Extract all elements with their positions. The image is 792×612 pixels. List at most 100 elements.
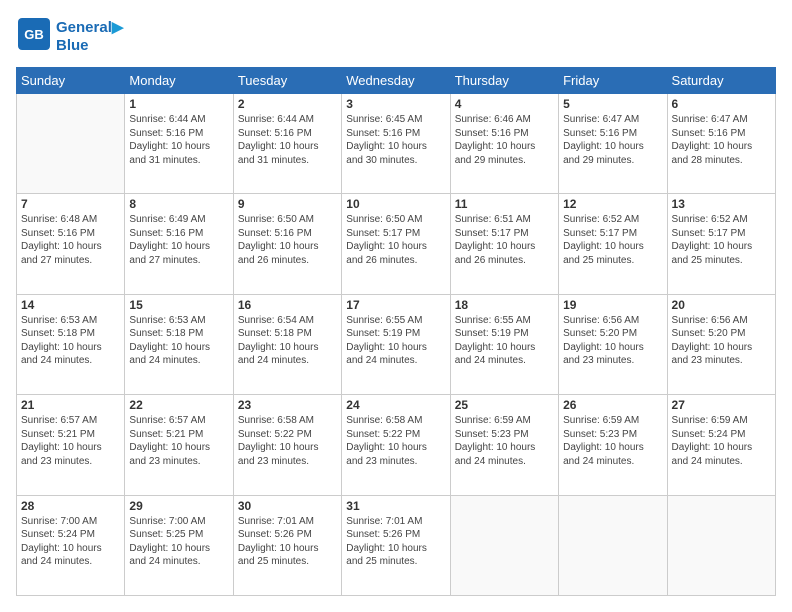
cell-info-line: Sunrise: 7:01 AM: [238, 515, 337, 529]
cell-info-line: and 25 minutes.: [563, 254, 662, 268]
cell-info-line: Sunrise: 6:55 AM: [346, 314, 445, 328]
cell-info-line: and 24 minutes.: [455, 455, 554, 469]
cell-info-line: Sunset: 5:16 PM: [563, 127, 662, 141]
cell-info-line: Sunset: 5:24 PM: [21, 528, 120, 542]
calendar-cell: 4Sunrise: 6:46 AMSunset: 5:16 PMDaylight…: [450, 94, 558, 194]
cell-info-line: Sunrise: 7:00 AM: [21, 515, 120, 529]
cell-info-line: Sunrise: 7:01 AM: [346, 515, 445, 529]
cell-info-line: and 24 minutes.: [672, 455, 771, 469]
logo-icon: GB: [16, 16, 52, 52]
day-number: 7: [21, 197, 120, 211]
cell-info-line: Daylight: 10 hours: [346, 542, 445, 556]
day-number: 24: [346, 398, 445, 412]
cell-info-line: and 24 minutes.: [21, 555, 120, 569]
cell-info-line: and 23 minutes.: [346, 455, 445, 469]
weekday-header-thursday: Thursday: [450, 68, 558, 94]
cell-info-line: Daylight: 10 hours: [563, 240, 662, 254]
cell-info-line: Sunrise: 6:50 AM: [238, 213, 337, 227]
calendar-cell: 24Sunrise: 6:58 AMSunset: 5:22 PMDayligh…: [342, 395, 450, 495]
calendar-body: 1Sunrise: 6:44 AMSunset: 5:16 PMDaylight…: [17, 94, 776, 596]
cell-info-line: Sunrise: 6:44 AM: [129, 113, 228, 127]
cell-info-line: Daylight: 10 hours: [238, 240, 337, 254]
cell-info-line: and 23 minutes.: [21, 455, 120, 469]
cell-info-line: Daylight: 10 hours: [129, 542, 228, 556]
calendar-cell: 6Sunrise: 6:47 AMSunset: 5:16 PMDaylight…: [667, 94, 775, 194]
calendar-cell: 5Sunrise: 6:47 AMSunset: 5:16 PMDaylight…: [559, 94, 667, 194]
calendar-cell: 18Sunrise: 6:55 AMSunset: 5:19 PMDayligh…: [450, 294, 558, 394]
cell-info-line: and 25 minutes.: [346, 555, 445, 569]
cell-info-line: Daylight: 10 hours: [129, 240, 228, 254]
cell-info-line: Sunrise: 6:47 AM: [563, 113, 662, 127]
page: GB General▶ Blue SundayMondayTuesdayWedn…: [0, 0, 792, 612]
cell-info-line: Daylight: 10 hours: [21, 542, 120, 556]
weekday-header-saturday: Saturday: [667, 68, 775, 94]
weekday-header-friday: Friday: [559, 68, 667, 94]
cell-info-line: Sunrise: 6:57 AM: [21, 414, 120, 428]
cell-info-line: and 29 minutes.: [455, 154, 554, 168]
calendar-cell: 27Sunrise: 6:59 AMSunset: 5:24 PMDayligh…: [667, 395, 775, 495]
cell-info-line: and 25 minutes.: [672, 254, 771, 268]
calendar-week-2: 14Sunrise: 6:53 AMSunset: 5:18 PMDayligh…: [17, 294, 776, 394]
cell-info-line: Sunrise: 6:47 AM: [672, 113, 771, 127]
cell-info-line: Sunset: 5:17 PM: [672, 227, 771, 241]
cell-info-line: Daylight: 10 hours: [455, 341, 554, 355]
cell-info-line: Sunset: 5:16 PM: [21, 227, 120, 241]
day-number: 6: [672, 97, 771, 111]
cell-info-line: Sunrise: 6:59 AM: [672, 414, 771, 428]
cell-info-line: Sunrise: 6:46 AM: [455, 113, 554, 127]
day-number: 20: [672, 298, 771, 312]
cell-info-line: Daylight: 10 hours: [21, 240, 120, 254]
cell-info-line: and 26 minutes.: [455, 254, 554, 268]
calendar-cell: 23Sunrise: 6:58 AMSunset: 5:22 PMDayligh…: [233, 395, 341, 495]
cell-info-line: Sunrise: 6:56 AM: [672, 314, 771, 328]
cell-info-line: Sunrise: 6:53 AM: [129, 314, 228, 328]
day-number: 26: [563, 398, 662, 412]
cell-info-line: and 25 minutes.: [238, 555, 337, 569]
calendar-cell: 31Sunrise: 7:01 AMSunset: 5:26 PMDayligh…: [342, 495, 450, 595]
cell-info-line: Daylight: 10 hours: [563, 140, 662, 154]
cell-info-line: Daylight: 10 hours: [238, 542, 337, 556]
logo: GB General▶ Blue: [16, 16, 123, 57]
cell-info-line: Daylight: 10 hours: [672, 341, 771, 355]
day-number: 16: [238, 298, 337, 312]
calendar-week-0: 1Sunrise: 6:44 AMSunset: 5:16 PMDaylight…: [17, 94, 776, 194]
cell-info-line: Sunrise: 6:57 AM: [129, 414, 228, 428]
cell-info-line: Sunset: 5:24 PM: [672, 428, 771, 442]
cell-info-line: Sunrise: 6:52 AM: [563, 213, 662, 227]
cell-info-line: Sunrise: 6:48 AM: [21, 213, 120, 227]
cell-info-line: Sunset: 5:17 PM: [563, 227, 662, 241]
calendar-cell: 21Sunrise: 6:57 AMSunset: 5:21 PMDayligh…: [17, 395, 125, 495]
cell-info-line: Sunrise: 6:56 AM: [563, 314, 662, 328]
header: GB General▶ Blue: [16, 16, 776, 57]
day-number: 21: [21, 398, 120, 412]
calendar-cell: 28Sunrise: 7:00 AMSunset: 5:24 PMDayligh…: [17, 495, 125, 595]
calendar-table: SundayMondayTuesdayWednesdayThursdayFrid…: [16, 67, 776, 596]
cell-info-line: Sunrise: 6:51 AM: [455, 213, 554, 227]
day-number: 3: [346, 97, 445, 111]
svg-text:GB: GB: [24, 27, 44, 42]
cell-info-line: Sunset: 5:20 PM: [672, 327, 771, 341]
cell-info-line: Sunrise: 7:00 AM: [129, 515, 228, 529]
cell-info-line: Daylight: 10 hours: [129, 341, 228, 355]
day-number: 18: [455, 298, 554, 312]
day-number: 9: [238, 197, 337, 211]
cell-info-line: Sunrise: 6:59 AM: [455, 414, 554, 428]
cell-info-line: Sunset: 5:18 PM: [129, 327, 228, 341]
cell-info-line: Sunrise: 6:59 AM: [563, 414, 662, 428]
day-number: 1: [129, 97, 228, 111]
cell-info-line: Daylight: 10 hours: [129, 140, 228, 154]
cell-info-line: Daylight: 10 hours: [21, 441, 120, 455]
calendar-cell: [559, 495, 667, 595]
day-number: 8: [129, 197, 228, 211]
weekday-header-sunday: Sunday: [17, 68, 125, 94]
cell-info-line: Sunset: 5:16 PM: [455, 127, 554, 141]
cell-info-line: Sunrise: 6:54 AM: [238, 314, 337, 328]
cell-info-line: Sunset: 5:19 PM: [455, 327, 554, 341]
calendar-cell: 2Sunrise: 6:44 AMSunset: 5:16 PMDaylight…: [233, 94, 341, 194]
cell-info-line: Sunset: 5:18 PM: [21, 327, 120, 341]
cell-info-line: Sunset: 5:16 PM: [346, 127, 445, 141]
calendar-cell: [17, 94, 125, 194]
cell-info-line: and 24 minutes.: [563, 455, 662, 469]
day-number: 14: [21, 298, 120, 312]
day-number: 15: [129, 298, 228, 312]
